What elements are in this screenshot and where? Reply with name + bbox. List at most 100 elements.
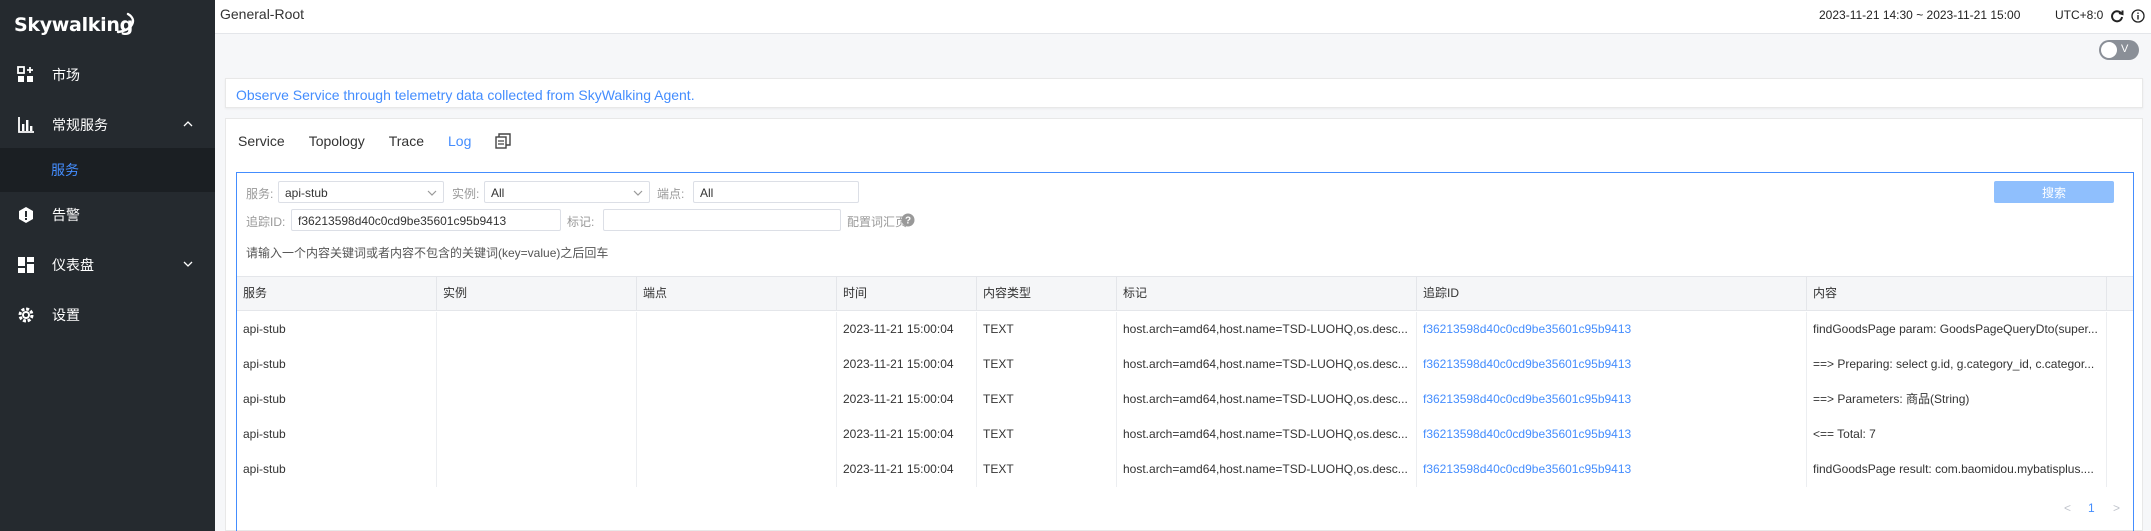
cell-endpoint bbox=[637, 452, 837, 487]
cell-content: ==> Preparing: select g.id, g.category_i… bbox=[1807, 347, 2107, 382]
banner-text: Observe Service through telemetry data c… bbox=[236, 87, 695, 103]
sidebar-item-label: 仪表盘 bbox=[52, 257, 94, 273]
table-row[interactable]: api-stub 2023-11-21 15:00:04 TEXT host.a… bbox=[237, 312, 2133, 347]
sidebar-item-marketplace[interactable]: 市场 bbox=[0, 51, 215, 99]
cell-trace-id-link[interactable]: f36213598d40c0cd9be35601c95b9413 bbox=[1417, 347, 1807, 382]
cell-instance bbox=[437, 312, 637, 347]
svg-text:?: ? bbox=[905, 216, 911, 227]
info-icon[interactable] bbox=[2131, 9, 2145, 23]
chevron-down-icon bbox=[427, 190, 437, 196]
sidebar-item-dashboard[interactable]: 仪表盘 bbox=[0, 241, 215, 289]
cell-instance bbox=[437, 382, 637, 417]
cell-tags: host.arch=amd64,host.name=TSD-LUOHQ,os.d… bbox=[1117, 312, 1417, 347]
cell-tags: host.arch=amd64,host.name=TSD-LUOHQ,os.d… bbox=[1117, 347, 1417, 382]
pagination-page-number[interactable]: 1 bbox=[2088, 501, 2095, 515]
cell-content-type: TEXT bbox=[977, 382, 1117, 417]
reload-icon[interactable] bbox=[2110, 9, 2124, 23]
cell-trace-id-link[interactable]: f36213598d40c0cd9be35601c95b9413 bbox=[1417, 382, 1807, 417]
cell-endpoint bbox=[637, 347, 837, 382]
cell-service: api-stub bbox=[237, 382, 437, 417]
sidebar-item-general-service[interactable]: 常规服务 bbox=[0, 101, 215, 149]
marketplace-icon bbox=[16, 65, 36, 85]
service-select[interactable]: api-stub bbox=[278, 181, 444, 203]
cell-tags: host.arch=amd64,host.name=TSD-LUOHQ,os.d… bbox=[1117, 382, 1417, 417]
trace-id-input[interactable]: f36213598d40c0cd9be35601c95b9413 bbox=[291, 209, 561, 231]
endpoint-filter-label: 端点: bbox=[657, 187, 685, 201]
service-filter-label: 服务: bbox=[246, 187, 274, 201]
table-row[interactable]: api-stub 2023-11-21 15:00:04 TEXT host.a… bbox=[237, 382, 2133, 417]
tags-input[interactable] bbox=[603, 209, 841, 231]
theme-toggle[interactable]: V bbox=[2099, 40, 2139, 60]
table-row[interactable]: api-stub 2023-11-21 15:00:04 TEXT host.a… bbox=[237, 452, 2133, 487]
instance-select[interactable]: All bbox=[484, 181, 650, 203]
sidebar-item-label: 设置 bbox=[52, 307, 80, 323]
timezone-label[interactable]: UTC+8:0 bbox=[2055, 8, 2103, 22]
chevron-down-icon bbox=[633, 190, 643, 196]
sidebar-item-label: 告警 bbox=[52, 207, 80, 223]
chevron-up-icon bbox=[183, 121, 193, 127]
column-header: 内容类型 bbox=[977, 277, 1117, 310]
pagination-next-button[interactable]: > bbox=[2113, 501, 2120, 515]
toggle-knob bbox=[2101, 42, 2117, 58]
logo-swoosh-icon bbox=[116, 12, 135, 34]
table-row[interactable]: api-stub 2023-11-21 15:00:04 TEXT host.a… bbox=[237, 417, 2133, 452]
sidebar-item-label: 常规服务 bbox=[52, 117, 108, 133]
instance-filter-label: 实例: bbox=[452, 187, 480, 201]
log-panel: 服务: api-stub 实例: All 端点: All 搜索 追踪ID: f3… bbox=[236, 172, 2134, 531]
instance-select-value: All bbox=[491, 186, 505, 200]
log-table-header: 服务 实例 端点 时间 内容类型 标记 追踪ID 内容 bbox=[237, 276, 2133, 311]
top-bar: General-Root 2023-11-21 14:30 ~ 2023-11-… bbox=[215, 0, 2151, 34]
filter-hint: 请输入一个内容关键词或者内容不包含的关键词(key=value)之后回车 bbox=[246, 246, 609, 260]
bar-chart-icon bbox=[16, 115, 36, 135]
tab-log[interactable]: Log bbox=[448, 133, 471, 149]
cell-endpoint bbox=[637, 382, 837, 417]
skywalking-logo[interactable]: Skywalking bbox=[14, 10, 135, 40]
cell-service: api-stub bbox=[237, 312, 437, 347]
cell-instance bbox=[437, 417, 637, 452]
column-header: 端点 bbox=[637, 277, 837, 310]
tab-topology[interactable]: Topology bbox=[309, 133, 365, 149]
sidebar-item-label: 市场 bbox=[52, 67, 80, 83]
tab-service[interactable]: Service bbox=[238, 133, 285, 149]
cell-content-type: TEXT bbox=[977, 347, 1117, 382]
cell-tags: host.arch=amd64,host.name=TSD-LUOHQ,os.d… bbox=[1117, 452, 1417, 487]
cell-content-type: TEXT bbox=[977, 417, 1117, 452]
tags-label: 标记: bbox=[567, 215, 595, 229]
endpoint-input[interactable]: All bbox=[693, 181, 859, 203]
cell-trace-id-link[interactable]: f36213598d40c0cd9be35601c95b9413 bbox=[1417, 452, 1807, 487]
cell-content-type: TEXT bbox=[977, 452, 1117, 487]
time-range-picker[interactable]: 2023-11-21 14:30 ~ 2023-11-21 15:00 bbox=[1819, 8, 2020, 22]
pagination-prev-button[interactable]: < bbox=[2064, 501, 2071, 515]
chevron-down-icon bbox=[183, 261, 193, 267]
column-header: 追踪ID bbox=[1417, 277, 1807, 310]
column-header: 时间 bbox=[837, 277, 977, 310]
sidebar-item-alerting[interactable]: 告警 bbox=[0, 191, 215, 239]
service-select-value: api-stub bbox=[285, 186, 328, 200]
sidebar-item-settings[interactable]: 设置 bbox=[0, 291, 215, 339]
tab-trace[interactable]: Trace bbox=[389, 133, 424, 149]
cell-trace-id-link[interactable]: f36213598d40c0cd9be35601c95b9413 bbox=[1417, 417, 1807, 452]
cell-content: <== Total: 7 bbox=[1807, 417, 2107, 452]
sidebar-subitem-service[interactable]: 服务 bbox=[0, 148, 215, 192]
gear-icon bbox=[16, 305, 36, 325]
column-header: 内容 bbox=[1807, 277, 2107, 310]
column-header: 服务 bbox=[237, 277, 437, 310]
cell-instance bbox=[437, 347, 637, 382]
cell-service: api-stub bbox=[237, 417, 437, 452]
trace-id-label: 追踪ID: bbox=[246, 215, 286, 229]
search-button[interactable]: 搜索 bbox=[1994, 181, 2114, 203]
copy-icon[interactable] bbox=[495, 133, 512, 149]
breadcrumb: General-Root bbox=[220, 6, 305, 22]
cell-instance bbox=[437, 452, 637, 487]
toggle-label: V bbox=[2121, 43, 2129, 55]
cell-endpoint bbox=[637, 312, 837, 347]
cell-service: api-stub bbox=[237, 347, 437, 382]
config-keywords-label: 配置词汇页 bbox=[847, 215, 908, 229]
cell-service: api-stub bbox=[237, 452, 437, 487]
cell-content: findGoodsPage param: GoodsPageQueryDto(s… bbox=[1807, 312, 2107, 347]
help-icon[interactable]: ? bbox=[901, 213, 915, 227]
cell-time: 2023-11-21 15:00:04 bbox=[837, 452, 977, 487]
cell-time: 2023-11-21 15:00:04 bbox=[837, 347, 977, 382]
table-row[interactable]: api-stub 2023-11-21 15:00:04 TEXT host.a… bbox=[237, 347, 2133, 382]
cell-trace-id-link[interactable]: f36213598d40c0cd9be35601c95b9413 bbox=[1417, 312, 1807, 347]
